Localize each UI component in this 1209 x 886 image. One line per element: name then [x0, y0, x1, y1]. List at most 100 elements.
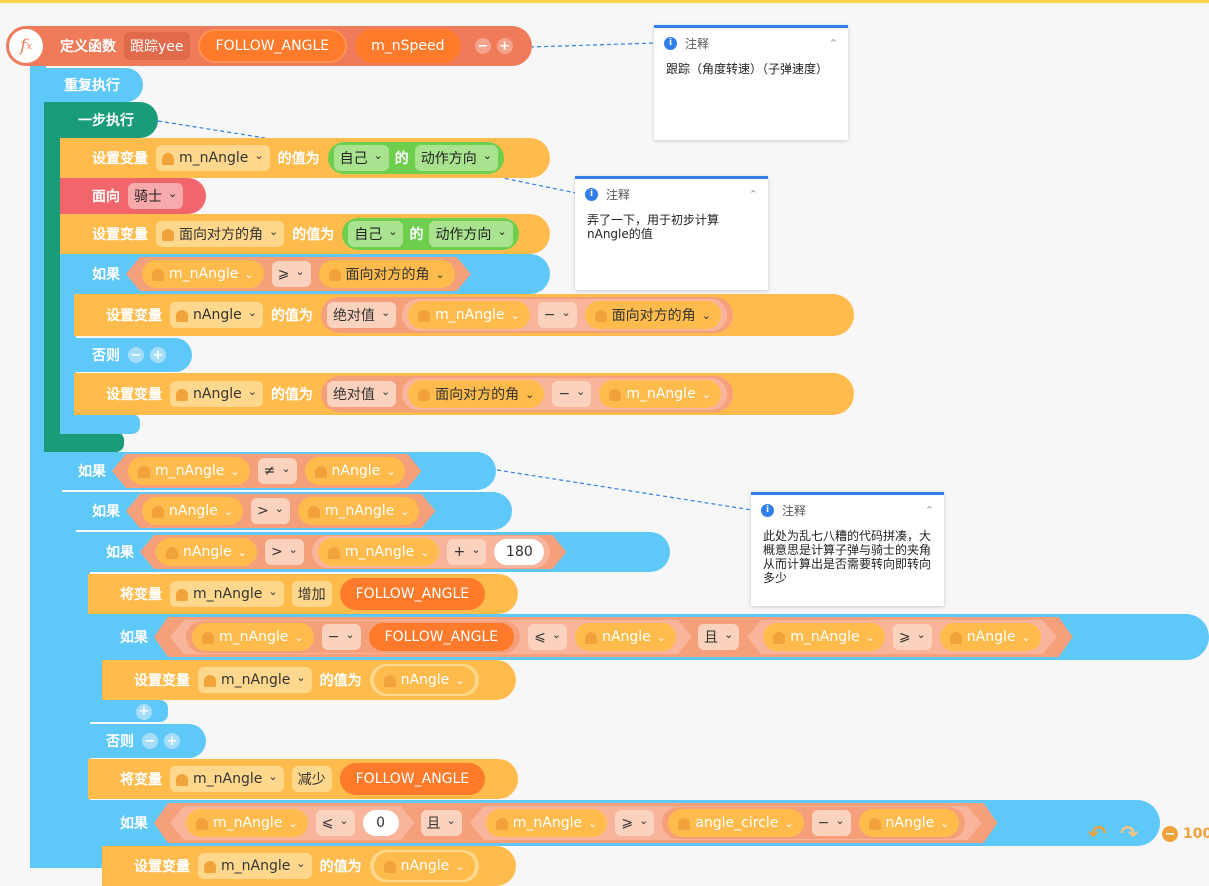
comment-2[interactable]: i 注释 ⌃ 弄了一下，用于初步计算nAngle的值	[575, 176, 768, 290]
comment-1[interactable]: i 注释 ⌃ 跟踪（角度转速）（子弹速度）	[654, 25, 848, 140]
comment-body[interactable]: 此处为乱七八糟的代码拼凑，大概意思是计算子弹与骑士的夹角从而计算出是否需要转向即…	[751, 525, 944, 589]
var-reporter[interactable]: m_nAngle ⌄	[318, 538, 440, 566]
comment-body[interactable]: 弄了一下，用于初步计算nAngle的值	[575, 209, 768, 245]
var-reporter[interactable]: angle_circle ⌄	[668, 809, 803, 837]
abs-dropdown[interactable]: 绝对值	[326, 381, 397, 407]
operator-dropdown[interactable]: −	[322, 624, 361, 650]
and-dropdown[interactable]: 且	[421, 810, 462, 836]
var-reporter[interactable]: nAngle ⌄	[305, 457, 406, 485]
var-reporter[interactable]: m_nAngle ⌄	[186, 809, 308, 837]
undo-icon[interactable]: ↶	[1088, 822, 1114, 848]
compare-reporter[interactable]: m_nAngle⌄ − FOLLOW_ANGLE ⩽ nAngle⌄	[170, 620, 692, 654]
set-var-block-6[interactable]: 设置变量 m_nAngle 的值为 nAngle⌄	[102, 846, 516, 886]
var-dropdown[interactable]: m_nAngle	[170, 766, 284, 792]
and-dropdown[interactable]: 且	[698, 624, 739, 650]
comment-body[interactable]: 跟踪（角度转速）（子弹速度）	[654, 58, 848, 80]
compare-reporter[interactable]: nAngle⌄ > m_nAngle⌄ + 180	[140, 535, 566, 569]
param-m-nspeed[interactable]: m_nSpeed	[355, 29, 461, 63]
self-dropdown[interactable]: 自己	[333, 145, 389, 171]
var-reporter[interactable]: nAngle ⌄	[859, 809, 960, 837]
compare-reporter[interactable]: m_nAngle⌄ ⩾ angle_circle⌄ − nAngle⌄	[470, 806, 982, 840]
compare-reporter[interactable]: m_nAngle⌄ ⩾ 面向对方的角⌄	[126, 257, 471, 291]
add-else-button[interactable]: +	[164, 733, 180, 749]
add-param-button[interactable]: +	[496, 38, 513, 54]
var-reporter[interactable]: nAngle ⌄	[940, 623, 1041, 651]
change-var-block-2[interactable]: 将变量 m_nAngle 减少 FOLLOW_ANGLE	[88, 759, 518, 799]
value-slot[interactable]: nAngle ⌄	[369, 850, 479, 882]
step-execute-block[interactable]: 一步执行	[44, 102, 158, 138]
function-define-block[interactable]: fx 定义函数 跟踪yee FOLLOW_ANGLE m_nSpeed − +	[6, 26, 532, 66]
add-else-button[interactable]: +	[150, 347, 166, 363]
set-var-block-3[interactable]: 设置变量 nAngle 的值为 绝对值 m_nAngle⌄ − 面向对方的角⌄	[74, 294, 854, 336]
if-block-2[interactable]: 如果 m_nAngle⌄ ≠ nAngle⌄	[46, 452, 496, 490]
else-block-1[interactable]: 否则 − +	[60, 338, 192, 372]
var-reporter[interactable]: 面向对方的角 ⌄	[408, 380, 545, 408]
if-block-6[interactable]: 如果 m_nAngle⌄ ⩽ 0 且 m_nAngle⌄ ⩾ angle_cir…	[88, 800, 1160, 846]
operator-dropdown[interactable]: ⩾	[615, 810, 654, 836]
var-reporter[interactable]: m_nAngle ⌄	[298, 497, 420, 525]
compare-reporter[interactable]: nAngle⌄ > m_nAngle⌄	[126, 494, 435, 528]
collapse-icon[interactable]: ⌃	[829, 37, 838, 50]
operator-dropdown[interactable]: −	[812, 810, 851, 836]
math-abs-reporter[interactable]: 绝对值 m_nAngle⌄ − 面向对方的角⌄	[320, 297, 733, 333]
set-var-block-4[interactable]: 设置变量 nAngle 的值为 绝对值 面向对方的角⌄ − m_nAngle⌄	[74, 373, 854, 415]
collapse-icon[interactable]: ⌃	[925, 504, 934, 517]
abs-dropdown[interactable]: 绝对值	[326, 302, 397, 328]
var-dropdown[interactable]: nAngle	[170, 381, 263, 407]
operator-dropdown[interactable]: ⩽	[316, 810, 355, 836]
operator-dropdown[interactable]: −	[552, 381, 592, 407]
var-reporter[interactable]: m_nAngle ⌄	[128, 457, 250, 485]
change-op-dropdown[interactable]: 增加	[291, 581, 332, 607]
if-block-1[interactable]: 如果 m_nAngle⌄ ⩾ 面向对方的角⌄	[60, 254, 550, 294]
set-var-block-5[interactable]: 设置变量 m_nAngle 的值为 nAngle⌄	[102, 660, 516, 700]
compare-reporter[interactable]: m_nAngle⌄ ⩽ 0	[170, 806, 415, 840]
var-dropdown[interactable]: 面向对方的角	[156, 221, 285, 247]
param-reporter[interactable]: FOLLOW_ANGLE	[369, 623, 515, 651]
var-reporter[interactable]: nAngle ⌄	[373, 666, 475, 694]
var-reporter[interactable]: m_nAngle ⌄	[142, 260, 264, 288]
var-reporter[interactable]: nAngle ⌄	[373, 852, 475, 880]
change-op-dropdown[interactable]: 减少	[291, 766, 332, 792]
compare-reporter[interactable]: m_nAngle⌄ ≠ nAngle⌄	[112, 454, 421, 488]
operator-dropdown[interactable]: ⩾	[272, 261, 311, 287]
change-var-block-1[interactable]: 将变量 m_nAngle 增加 FOLLOW_ANGLE	[88, 574, 518, 614]
var-reporter[interactable]: m_nAngle ⌄	[599, 380, 721, 408]
and-reporter[interactable]: m_nAngle⌄ − FOLLOW_ANGLE ⩽ nAngle⌄ 且 m_n…	[154, 617, 1073, 657]
var-reporter[interactable]: m_nAngle ⌄	[192, 623, 314, 651]
add-else-button[interactable]: +	[136, 703, 152, 720]
var-reporter[interactable]: m_nAngle ⌄	[408, 301, 530, 329]
var-reporter[interactable]: 面向对方的角 ⌄	[584, 301, 721, 329]
subtract-reporter[interactable]: m_nAngle⌄ − 面向对方的角⌄	[402, 299, 727, 331]
if-block-4[interactable]: 如果 nAngle⌄ > m_nAngle⌄ + 180	[74, 532, 670, 572]
sensing-reporter[interactable]: 自己 的 动作方向	[327, 142, 505, 174]
sensing-reporter[interactable]: 自己 的 动作方向	[342, 218, 519, 250]
compare-reporter[interactable]: m_nAngle⌄ ⩾ nAngle⌄	[747, 620, 1056, 654]
param-reporter[interactable]: FOLLOW_ANGLE	[339, 763, 486, 795]
number-input[interactable]: 0	[363, 810, 399, 836]
set-var-block-2[interactable]: 设置变量 面向对方的角 的值为 自己 的 动作方向	[60, 214, 550, 254]
redo-icon[interactable]: ↷	[1120, 822, 1146, 848]
operator-dropdown[interactable]: ⩽	[528, 624, 567, 650]
operator-dropdown[interactable]: −	[537, 302, 577, 328]
comment-3[interactable]: i 注释 ⌃ 此处为乱七八糟的代码拼凑，大概意思是计算子弹与骑士的夹角从而计算出是否…	[751, 492, 944, 606]
operator-dropdown[interactable]: ⩾	[893, 624, 932, 650]
subtract-reporter[interactable]: 面向对方的角⌄ − m_nAngle⌄	[402, 378, 727, 410]
operator-dropdown[interactable]: >	[265, 539, 304, 565]
param-follow-angle[interactable]: FOLLOW_ANGLE	[197, 29, 348, 63]
var-reporter[interactable]: 面向对方的角 ⌄	[319, 260, 455, 288]
var-reporter[interactable]: m_nAngle ⌄	[486, 809, 608, 837]
self-dropdown[interactable]: 自己	[348, 221, 404, 247]
function-name-field[interactable]: 跟踪yee	[124, 32, 190, 60]
collapse-icon[interactable]: ⌃	[749, 188, 758, 201]
set-var-block-1[interactable]: 设置变量 m_nAngle 的值为 自己 的 动作方向	[60, 138, 550, 178]
if-block-3[interactable]: 如果 nAngle⌄ > m_nAngle⌄	[60, 492, 512, 530]
remove-else-button[interactable]: −	[142, 733, 158, 749]
subtract-reporter[interactable]: angle_circle⌄ − nAngle⌄	[662, 807, 965, 839]
else-block-2[interactable]: 否则 − +	[74, 724, 206, 758]
operator-dropdown[interactable]: >	[251, 498, 290, 524]
math-abs-reporter[interactable]: 绝对值 面向对方的角⌄ − m_nAngle⌄	[320, 376, 733, 412]
var-dropdown[interactable]: m_nAngle	[156, 145, 270, 171]
if-block-5[interactable]: 如果 m_nAngle⌄ − FOLLOW_ANGLE ⩽ nAngle⌄ 且 …	[88, 614, 1209, 660]
var-dropdown[interactable]: m_nAngle	[198, 853, 312, 879]
var-dropdown[interactable]: m_nAngle	[198, 667, 312, 693]
